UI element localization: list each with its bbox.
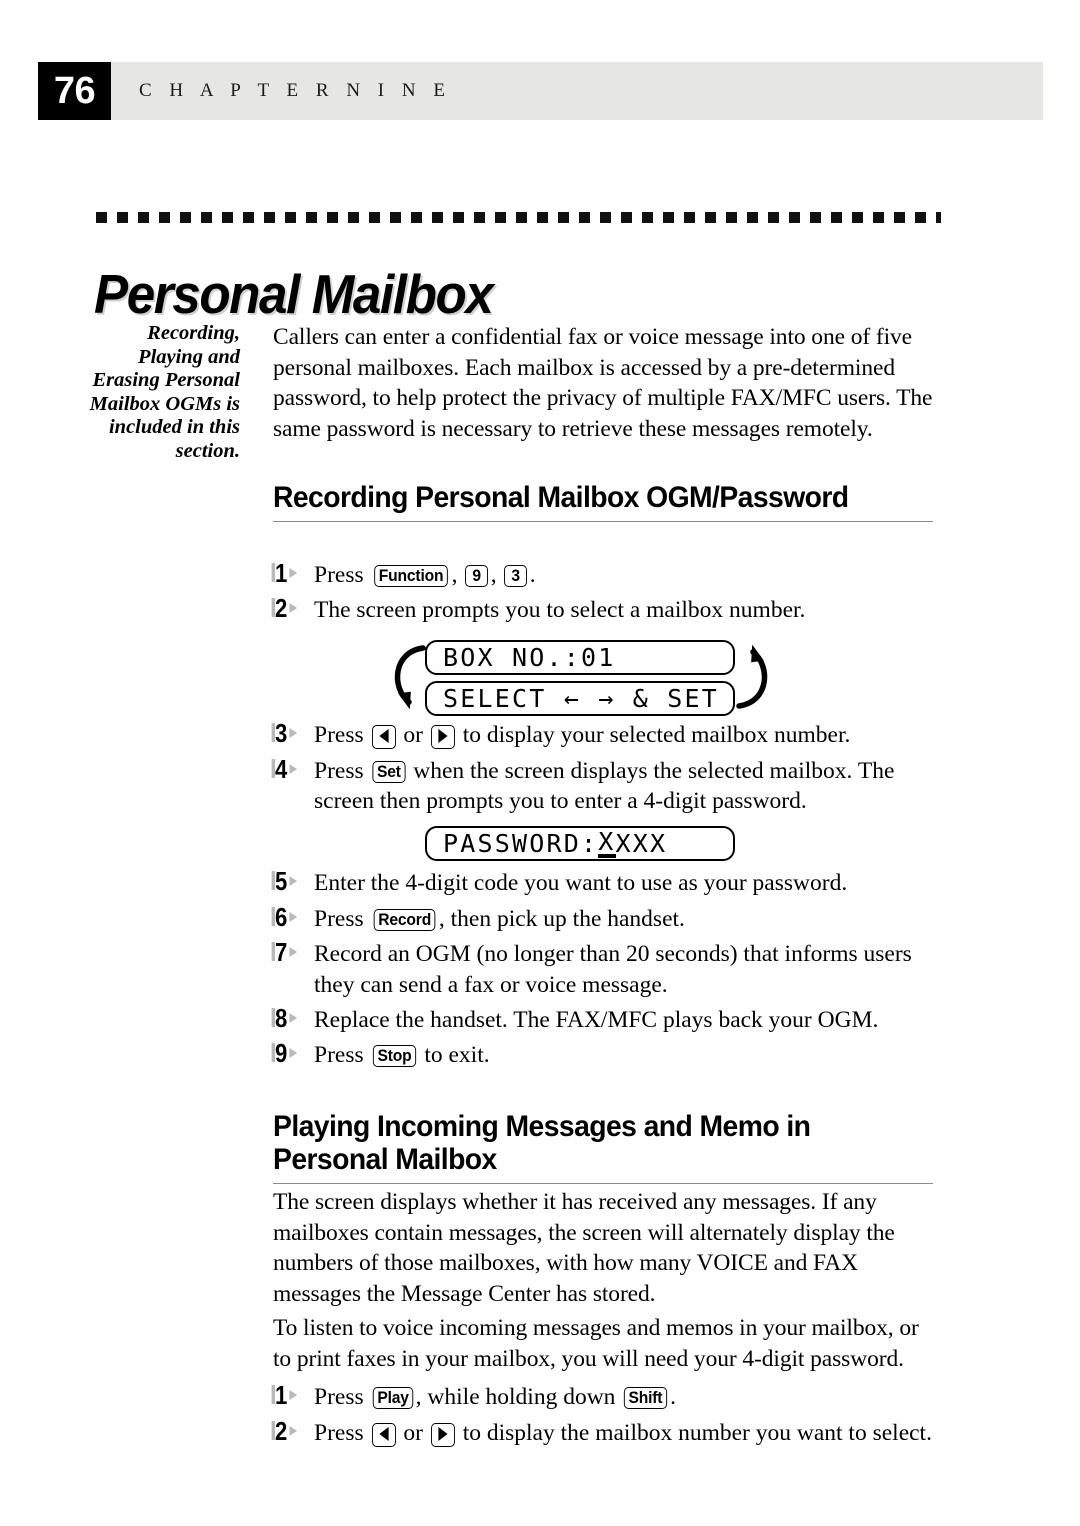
- chapter-label: C H A P T E R N I N E: [139, 80, 452, 101]
- step-item: 6 Press Record, then pick up the handset…: [271, 901, 941, 935]
- triangle-right-icon: [438, 1426, 448, 1441]
- step-text-post: , then pick up the handset.: [438, 905, 685, 932]
- key-9[interactable]: 9: [465, 565, 489, 587]
- step-item: 4 Press Set when the screen displays the…: [271, 753, 941, 817]
- page-title: Personal Mailbox: [94, 262, 494, 325]
- step-text: Replace the handset. The FAX/MFC plays b…: [314, 1007, 879, 1033]
- margin-note: Recording, Playing and Erasing Personal …: [89, 322, 240, 462]
- intro-paragraph: Callers can enter a confidential fax or …: [273, 324, 933, 442]
- step-number: 6: [271, 901, 298, 932]
- lcd-text: BOX NO.:01: [443, 643, 616, 672]
- triangle-left-icon: [378, 729, 389, 743]
- step-item: 7 Record an OGM (no longer than 20 secon…: [271, 937, 941, 1000]
- key-play[interactable]: Play: [372, 1387, 413, 1409]
- lcd-line-password: PASSWORD: X XXX: [425, 826, 735, 861]
- step-item: 8 Replace the handset. The FAX/MFC plays…: [271, 1003, 941, 1036]
- step-item: 5 Enter the 4-digit code you want to use…: [271, 866, 941, 899]
- step-text-mid: or: [397, 1419, 429, 1446]
- step-text: Record an OGM (no longer than 20 seconds…: [314, 941, 912, 998]
- step-text-mid: or: [397, 722, 429, 748]
- lcd-password-display: PASSWORD: X XXX: [425, 826, 735, 861]
- step-text-post: .: [670, 1384, 676, 1410]
- lcd-alternating-display: BOX NO.:01 SELECT ← → & SET: [394, 640, 768, 716]
- key-right-arrow[interactable]: [430, 725, 455, 749]
- section-heading-recording: Recording Personal Mailbox OGM/Password: [273, 481, 849, 514]
- step-text-post: to display your selected mailbox number.: [456, 722, 851, 748]
- step-text: Enter the 4-digit code you want to use a…: [314, 870, 848, 896]
- section2-paragraph-2: To listen to voice incoming messages and…: [273, 1315, 919, 1372]
- step-text-pre: Press: [314, 1419, 370, 1446]
- key-set[interactable]: Set: [371, 760, 405, 783]
- key-record[interactable]: Record: [373, 908, 436, 931]
- step-text-pre: Press: [314, 722, 370, 748]
- step-number: 1: [271, 558, 298, 588]
- page-number-box: 76: [38, 62, 111, 120]
- step-number: 5: [271, 866, 298, 896]
- key-left-arrow[interactable]: [371, 1422, 396, 1447]
- step-number: 4: [271, 753, 298, 784]
- key-right-arrow[interactable]: [430, 1422, 455, 1447]
- step-number: 2: [271, 1415, 298, 1446]
- section-heading-playing: Playing Incoming Messages and Memo in Pe…: [273, 1110, 811, 1176]
- step-item: 1 Press Function, 9, 3.: [271, 558, 941, 591]
- step-item: 2 The screen prompts you to select a mai…: [271, 592, 941, 626]
- step-number: 8: [271, 1003, 298, 1033]
- section2-paragraph-1: The screen displays whether it has recei…: [273, 1189, 895, 1307]
- step-text-post: .: [529, 562, 536, 588]
- step-number: 7: [271, 937, 298, 967]
- lcd-line-2: SELECT ← → & SET: [425, 681, 735, 716]
- step-item: 2 Press or to display the mailbox number…: [271, 1415, 941, 1449]
- key-stop[interactable]: Stop: [372, 1044, 416, 1067]
- step-text-mid: ,: [451, 562, 464, 588]
- lcd-line-1: BOX NO.:01: [425, 640, 735, 675]
- triangle-left-icon: [378, 1426, 389, 1441]
- step-text-pre: Press: [314, 562, 370, 588]
- lcd-text-rest: XXX: [615, 829, 668, 858]
- decorative-dotted-rule: [96, 212, 941, 223]
- step-text-pre: Press: [314, 1384, 370, 1410]
- step-text: The screen prompts you to select a mailb…: [314, 596, 806, 623]
- section-divider: [273, 521, 933, 522]
- step-number: 1: [271, 1380, 298, 1410]
- curved-arrow-down-icon: [383, 640, 429, 714]
- step-number: 2: [271, 592, 298, 623]
- curved-arrow-up-icon: [733, 640, 779, 714]
- step-text-pre: Press: [314, 905, 370, 932]
- lcd-text: SELECT ← → & SET: [443, 684, 720, 713]
- page-number: 76: [53, 70, 96, 112]
- lcd-cursor-char: X: [598, 827, 616, 858]
- step-item: 1 Press Play, while holding down Shift.: [271, 1380, 941, 1413]
- step-item: 3 Press or to display your selected mail…: [271, 718, 941, 751]
- lcd-text-prefix: PASSWORD:: [443, 829, 599, 858]
- section-divider: [273, 1183, 933, 1184]
- step-item: 9 Press Stop to exit.: [271, 1037, 941, 1071]
- step-text-post: to display the mailbox number you want t…: [456, 1419, 932, 1446]
- step-number: 9: [271, 1037, 298, 1068]
- step-text-mid2: ,: [490, 562, 503, 588]
- key-shift[interactable]: Shift: [624, 1387, 668, 1409]
- step-text-pre: Press: [314, 1041, 370, 1068]
- triangle-right-icon: [438, 729, 448, 743]
- step-number: 3: [271, 718, 298, 748]
- step-text-mid: , while holding down: [415, 1384, 622, 1410]
- key-left-arrow[interactable]: [371, 725, 396, 749]
- step-text-post: to exit.: [418, 1041, 490, 1068]
- key-3[interactable]: 3: [504, 565, 528, 587]
- key-function[interactable]: Function: [373, 565, 448, 587]
- step-text-pre: Press: [314, 757, 370, 784]
